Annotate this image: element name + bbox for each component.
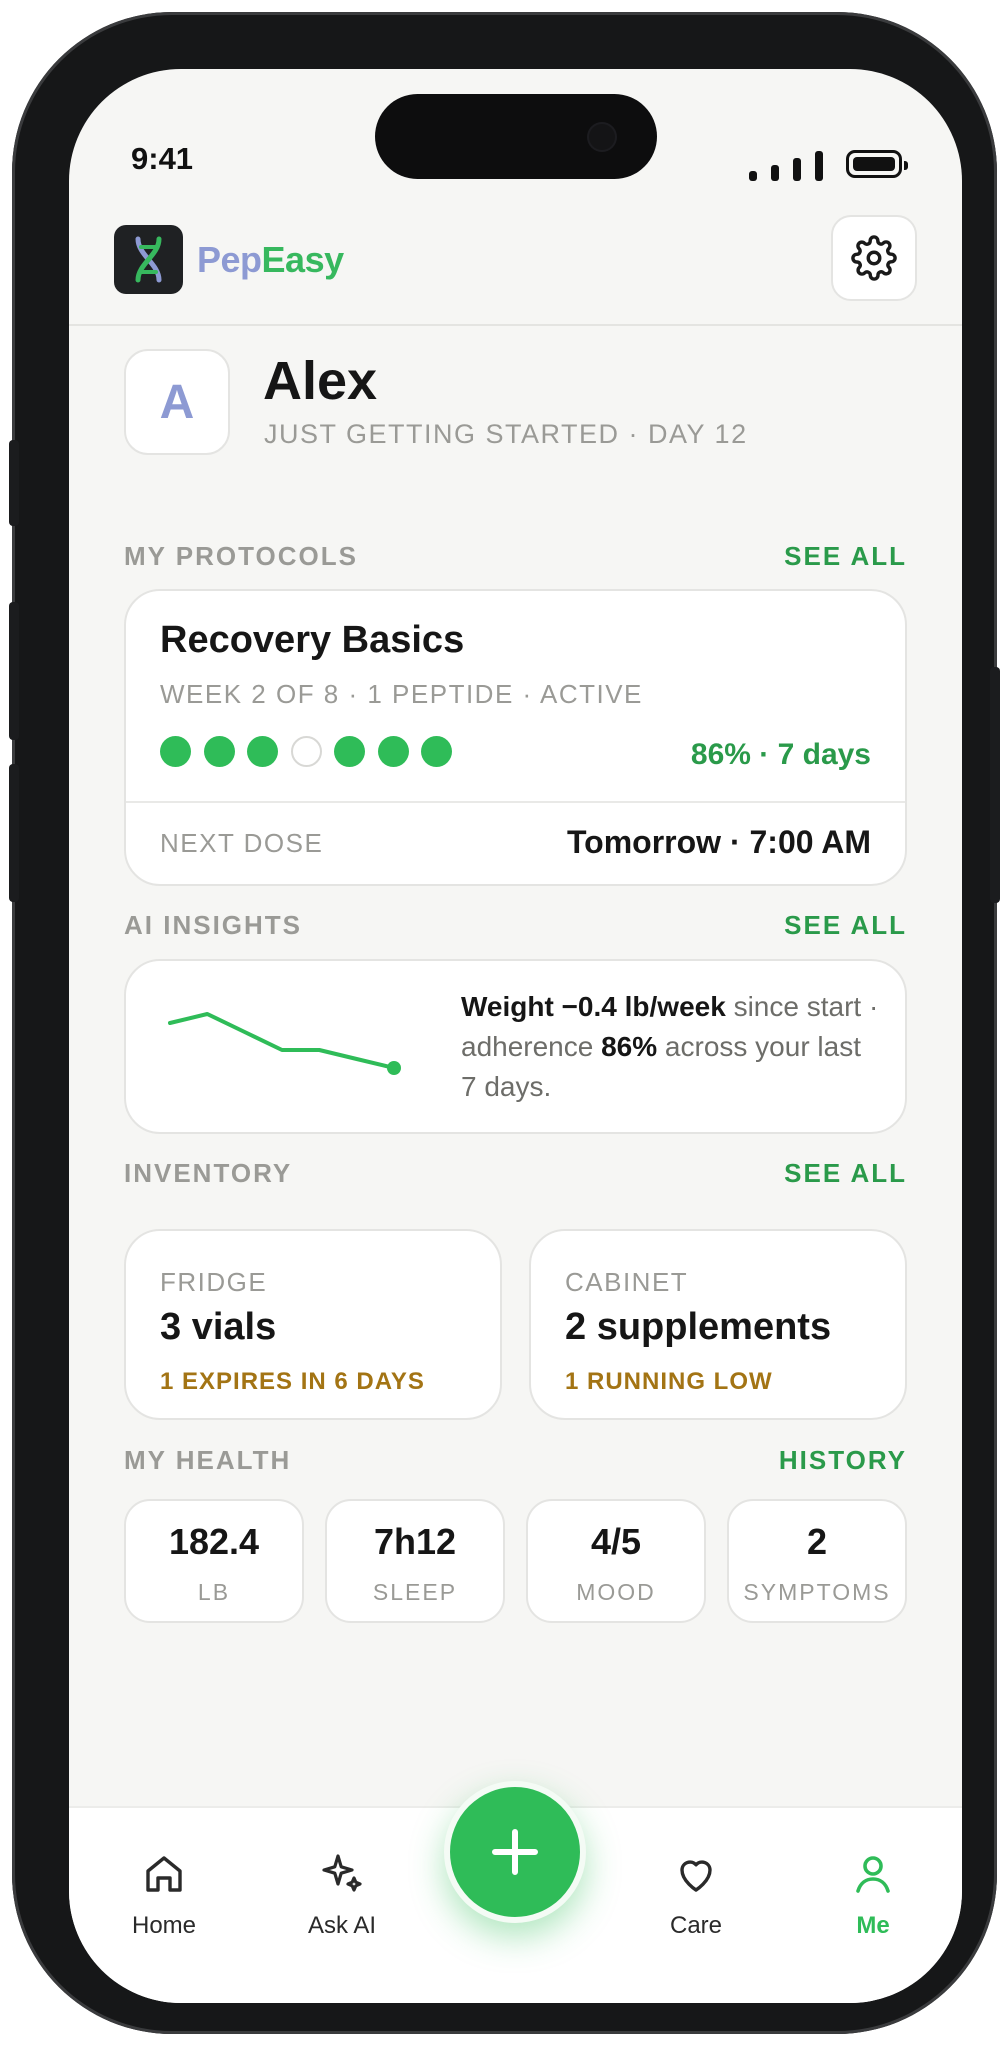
- metric-label: SYMPTOMS: [743, 1579, 891, 1605]
- person-icon: [856, 1856, 890, 1893]
- protocol-adherence-stats: 86% · 7 days: [690, 738, 871, 771]
- protocols-section-title: MY PROTOCOLS: [124, 541, 358, 571]
- tab-care[interactable]: Care: [626, 1850, 766, 1940]
- sparkline-line: [168, 1012, 396, 1070]
- brand-easy: Easy: [261, 239, 345, 280]
- inventory-label: CABINET: [565, 1267, 689, 1297]
- insight-adherence-value: 86%: [601, 1031, 658, 1062]
- tab-home[interactable]: Home: [94, 1850, 234, 1940]
- avatar[interactable]: A: [124, 349, 230, 455]
- adherence-dot-taken: [247, 736, 278, 767]
- protocol-subtitle: WEEK 2 OF 8 · 1 PEPTIDE · ACTIVE: [160, 679, 643, 709]
- sparkline-end-point: [387, 1061, 401, 1075]
- adherence-dot-taken: [377, 736, 409, 767]
- volume-up-button: [9, 602, 19, 740]
- next-dose-label: NEXT DOSE: [160, 828, 324, 858]
- inventory-card-fridge[interactable]: FRIDGE 3 vials 1 EXPIRES IN 6 DAYS: [124, 1229, 502, 1420]
- add-button[interactable]: [444, 1781, 586, 1923]
- next-dose-value: Tomorrow · 7:00 AM: [566, 824, 871, 860]
- ai-insight-card[interactable]: Weight −0.4 lb/week since start · adhere…: [124, 959, 907, 1134]
- metric-value: 7h12: [373, 1521, 457, 1562]
- insights-see-all-link[interactable]: SEE ALL: [784, 910, 907, 941]
- health-metric-sleep[interactable]: 7h12 SLEEP: [325, 1499, 505, 1623]
- insight-weight-trend: Weight −0.4 lb/week: [461, 991, 726, 1022]
- volume-down-button: [9, 764, 19, 902]
- weight-sparkline: [168, 1012, 401, 1075]
- inventory-see-all-link[interactable]: SEE ALL: [784, 1158, 907, 1189]
- sparkle-icon: [322, 1854, 362, 1892]
- health-history-link[interactable]: HISTORY: [779, 1445, 907, 1476]
- inventory-value: 2 supplements: [565, 1306, 832, 1348]
- metric-label: SLEEP: [372, 1579, 458, 1605]
- metric-value: 182.4: [168, 1521, 260, 1562]
- health-metric-mood[interactable]: 4/5 MOOD: [526, 1499, 706, 1623]
- signal-icon: [749, 151, 833, 181]
- tab-label: Home: [131, 1912, 197, 1939]
- protocol-divider: [126, 801, 905, 803]
- app-brand: PepEasy: [197, 239, 344, 281]
- heart-icon: [680, 1860, 712, 1892]
- adherence-dot-taken: [160, 736, 191, 767]
- dynamic-island: [375, 94, 657, 179]
- tab-label: Me: [856, 1912, 890, 1939]
- user-subtitle: JUST GETTING STARTED · DAY 12: [264, 419, 748, 449]
- metric-label: LB: [197, 1579, 231, 1605]
- phone-frame: 9:41 PepEasy A Alex JUST GETTING STARTED…: [9, 12, 1000, 2034]
- adherence-dot-missed: [290, 736, 322, 767]
- inventory-section-title: INVENTORY: [124, 1158, 293, 1188]
- power-button: [990, 667, 1000, 903]
- gear-icon: [851, 235, 897, 281]
- adherence-dot-taken: [421, 736, 452, 767]
- insights-section-title: AI INSIGHTS: [124, 910, 303, 940]
- inventory-note: 1 EXPIRES IN 6 DAYS: [160, 1368, 425, 1395]
- tab-label: Care: [669, 1912, 723, 1939]
- dna-icon[interactable]: [114, 225, 183, 294]
- status-time: 9:41: [131, 141, 194, 176]
- inventory-label: FRIDGE: [160, 1267, 268, 1297]
- brand-pep: Pep: [197, 239, 262, 280]
- metric-value: 2: [806, 1521, 828, 1562]
- protocol-card-recovery-basics[interactable]: Recovery Basics WEEK 2 OF 8 · 1 PEPTIDE …: [124, 589, 907, 886]
- header-divider: [69, 324, 962, 326]
- tab-me[interactable]: Me: [803, 1850, 943, 1940]
- health-metric-weight[interactable]: 182.4 LB: [124, 1499, 304, 1623]
- protocols-see-all-link[interactable]: SEE ALL: [784, 541, 907, 572]
- adherence-dot-taken: [334, 736, 365, 767]
- metric-value: 4/5: [590, 1521, 642, 1562]
- health-metric-symptoms[interactable]: 2 SYMPTOMS: [727, 1499, 907, 1623]
- battery-icon: [846, 150, 908, 178]
- app-screen: 9:41 PepEasy A Alex JUST GETTING STARTED…: [69, 69, 962, 2003]
- protocol-title: Recovery Basics: [160, 619, 465, 661]
- insight-text: Weight −0.4 lb/week since start · adhere…: [461, 987, 881, 1107]
- tab-label: Ask AI: [307, 1912, 377, 1939]
- inventory-value: 3 vials: [160, 1306, 277, 1348]
- action-button: [9, 440, 19, 526]
- settings-button[interactable]: [831, 215, 917, 301]
- adherence-dot-taken: [203, 736, 235, 767]
- metric-label: MOOD: [576, 1579, 656, 1605]
- plus-icon: [492, 1829, 538, 1875]
- inventory-note: 1 RUNNING LOW: [565, 1368, 773, 1395]
- home-icon: [146, 1856, 182, 1892]
- inventory-card-cabinet[interactable]: CABINET 2 supplements 1 RUNNING LOW: [529, 1229, 907, 1420]
- user-name: Alex: [263, 351, 378, 411]
- health-section-title: MY HEALTH: [124, 1445, 292, 1475]
- tab-ask-ai[interactable]: Ask AI: [272, 1850, 412, 1940]
